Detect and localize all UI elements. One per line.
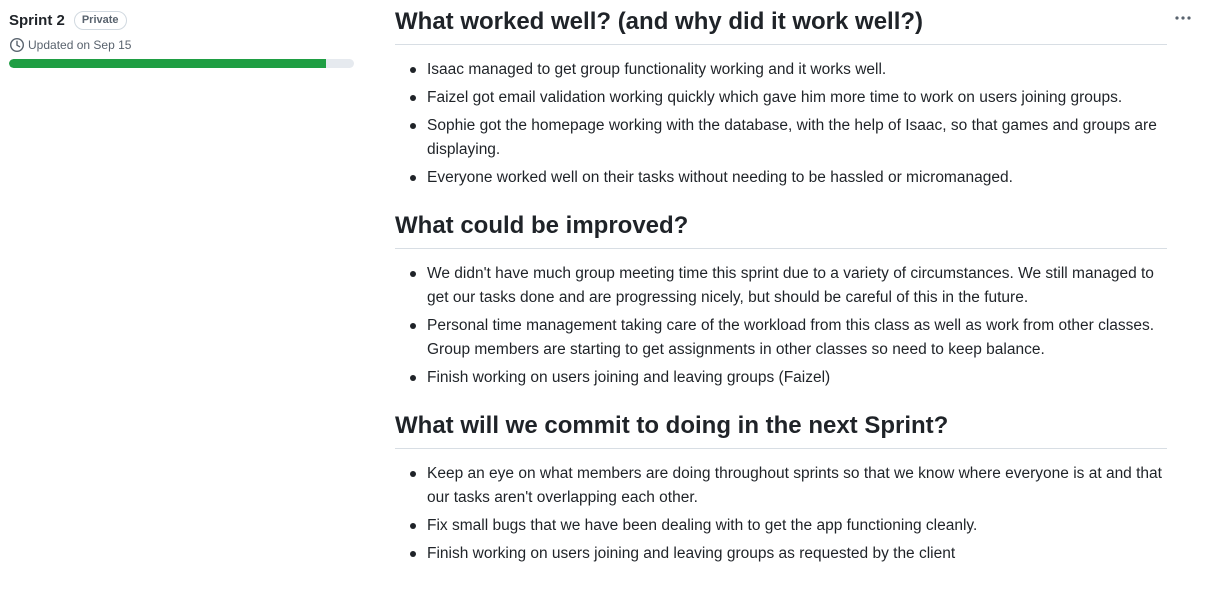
list-item: Sophie got the homepage working with the… xyxy=(410,114,1167,162)
progress-bar xyxy=(9,59,354,68)
section-heading: What will we commit to doing in the next… xyxy=(395,410,1167,449)
list-item: Finish working on users joining and leav… xyxy=(410,366,1167,390)
list-item: Isaac managed to get group functionality… xyxy=(410,58,1167,82)
list-item: Everyone worked well on their tasks with… xyxy=(410,166,1167,190)
project-title-link[interactable]: Sprint 2 xyxy=(9,12,65,29)
progress-bar-fill xyxy=(9,59,327,68)
list-item: Faizel got email validation working quic… xyxy=(410,86,1167,110)
list-item: Finish working on users joining and leav… xyxy=(410,542,1167,566)
section-next-sprint: What will we commit to doing in the next… xyxy=(395,410,1167,566)
bullet-list: Isaac managed to get group functionality… xyxy=(395,58,1167,190)
section-heading: What worked well? (and why did it work w… xyxy=(395,6,1167,45)
updated-row: Updated on Sep 15 xyxy=(9,37,354,53)
readme-content: What worked well? (and why did it work w… xyxy=(395,6,1167,570)
list-item: We didn't have much group meeting time t… xyxy=(410,262,1167,310)
bullet-list: Keep an eye on what members are doing th… xyxy=(395,462,1167,566)
section-worked-well: What worked well? (and why did it work w… xyxy=(395,6,1167,190)
visibility-badge: Private xyxy=(73,10,127,30)
updated-text: Updated on Sep 15 xyxy=(28,38,132,52)
bullet-list: We didn't have much group meeting time t… xyxy=(395,262,1167,390)
list-item: Keep an eye on what members are doing th… xyxy=(410,462,1167,510)
section-heading: What could be improved? xyxy=(395,210,1167,249)
project-page: Sprint 2 Private Updated on Sep 15 What … xyxy=(0,0,1205,595)
project-title-row: Sprint 2 Private xyxy=(9,9,354,31)
kebab-horizontal-icon[interactable] xyxy=(1170,8,1196,28)
project-sidebar: Sprint 2 Private Updated on Sep 15 xyxy=(9,9,354,68)
clock-icon xyxy=(9,37,25,53)
list-item: Fix small bugs that we have been dealing… xyxy=(410,514,1167,538)
list-item: Personal time management taking care of … xyxy=(410,314,1167,362)
section-could-improve: What could be improved? We didn't have m… xyxy=(395,210,1167,390)
